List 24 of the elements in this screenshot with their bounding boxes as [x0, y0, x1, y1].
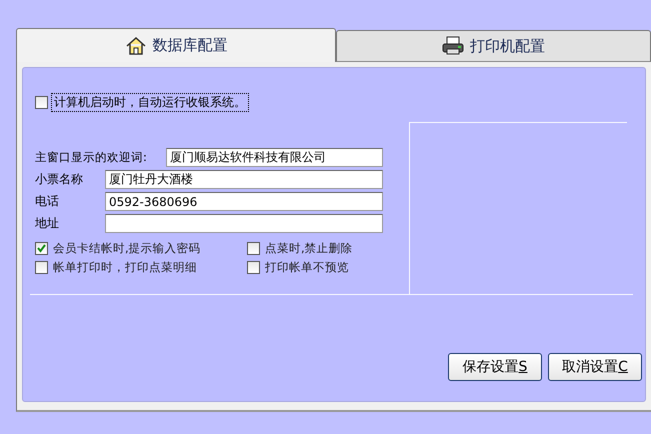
field-label: 主窗口显示的欢迎词:	[35, 150, 148, 165]
house-icon	[124, 36, 146, 56]
field-label: 地址	[35, 215, 60, 232]
checkbox-label: 计算机启动时，自动运行收银系统。	[51, 93, 249, 112]
checkbox[interactable]	[35, 96, 48, 109]
tab[interactable]: 打印机配置	[336, 30, 651, 62]
checkbox[interactable]	[35, 261, 48, 274]
input-field[interactable]: 厦门牡丹大酒楼	[105, 170, 383, 189]
checkbox-label: 点菜时,禁止删除	[265, 241, 353, 256]
checkbox[interactable]	[247, 261, 260, 274]
field-label: 小票名称	[35, 171, 84, 188]
field-label: 电话	[35, 193, 60, 210]
input-field[interactable]: 厦门顺易达软件科技有限公司	[166, 148, 383, 167]
checkbox-label: 帐单打印时，打印点菜明细	[53, 260, 197, 275]
checkbox-label: 会员卡结帐时,提示输入密码	[53, 241, 201, 256]
checkbox[interactable]	[35, 242, 48, 255]
checkbox[interactable]	[247, 242, 260, 255]
checkbox-label: 打印帐单不预览	[265, 260, 349, 275]
input-field[interactable]: 0592-3680696	[105, 192, 383, 211]
button[interactable]: 取消设置C	[548, 353, 642, 381]
button[interactable]: 保存设置S	[448, 353, 542, 381]
printer-icon	[442, 36, 464, 56]
tab[interactable]: 数据库配置	[16, 28, 336, 62]
input-field[interactable]	[105, 214, 383, 233]
